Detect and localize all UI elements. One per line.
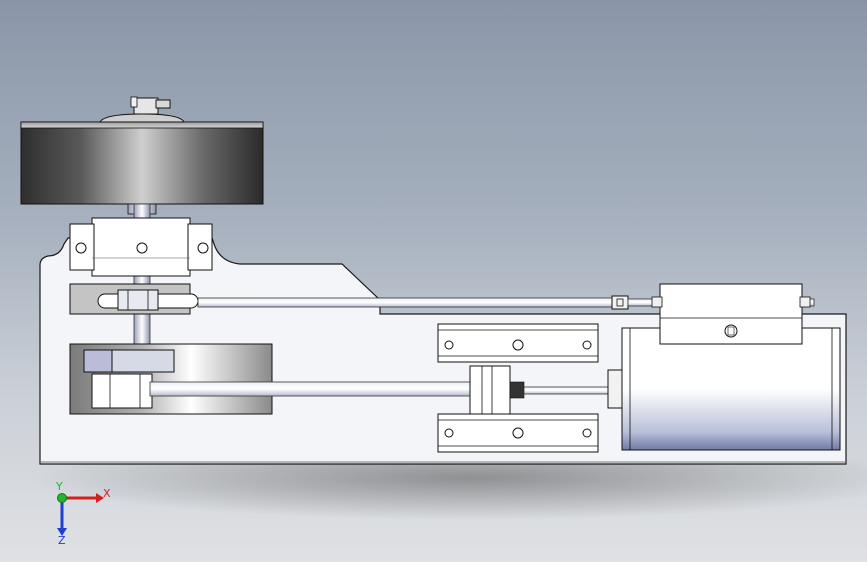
- cylinder-body: [621, 327, 841, 451]
- piston-rod[interactable]: [523, 386, 611, 395]
- crosshead-body: [469, 365, 511, 415]
- crosshead-guide-upper[interactable]: [437, 323, 599, 363]
- flywheel-top-face: [20, 121, 264, 129]
- valve-chest-fitting-left: [651, 296, 663, 308]
- flywheel-hub-top: [99, 113, 185, 123]
- crank-pin-block: [91, 373, 153, 409]
- flywheel-rim: [20, 121, 264, 205]
- flywheel-key-pin: [130, 96, 138, 108]
- flywheel[interactable]: [20, 96, 264, 215]
- cylinder[interactable]: [621, 327, 841, 451]
- cad-viewport[interactable]: X Y Z: [0, 0, 867, 562]
- flywheel-key: [133, 97, 159, 115]
- crosshead-guide-lower[interactable]: [437, 413, 599, 453]
- valve-rod-clamp: [611, 295, 629, 310]
- bearing-block-body: [91, 217, 191, 277]
- bearing-block-ear-left: [69, 223, 95, 271]
- triad-y-origin: [57, 493, 67, 503]
- crosshead-nut: [509, 381, 525, 399]
- crank-web-top-accent: [83, 349, 113, 373]
- connecting-rod[interactable]: [149, 381, 473, 397]
- pulley-hub: [117, 289, 159, 311]
- bearing-block[interactable]: [69, 217, 213, 277]
- flywheel-key-tab: [155, 99, 171, 109]
- triad-z-label: Z: [58, 534, 66, 547]
- triad-x-label: X: [103, 487, 111, 500]
- triad-y-label: Y: [55, 480, 63, 493]
- valve-chest-fitting-right: [799, 296, 811, 308]
- valve-chest[interactable]: [651, 283, 811, 345]
- valve-rod-upper[interactable]: [197, 297, 615, 308]
